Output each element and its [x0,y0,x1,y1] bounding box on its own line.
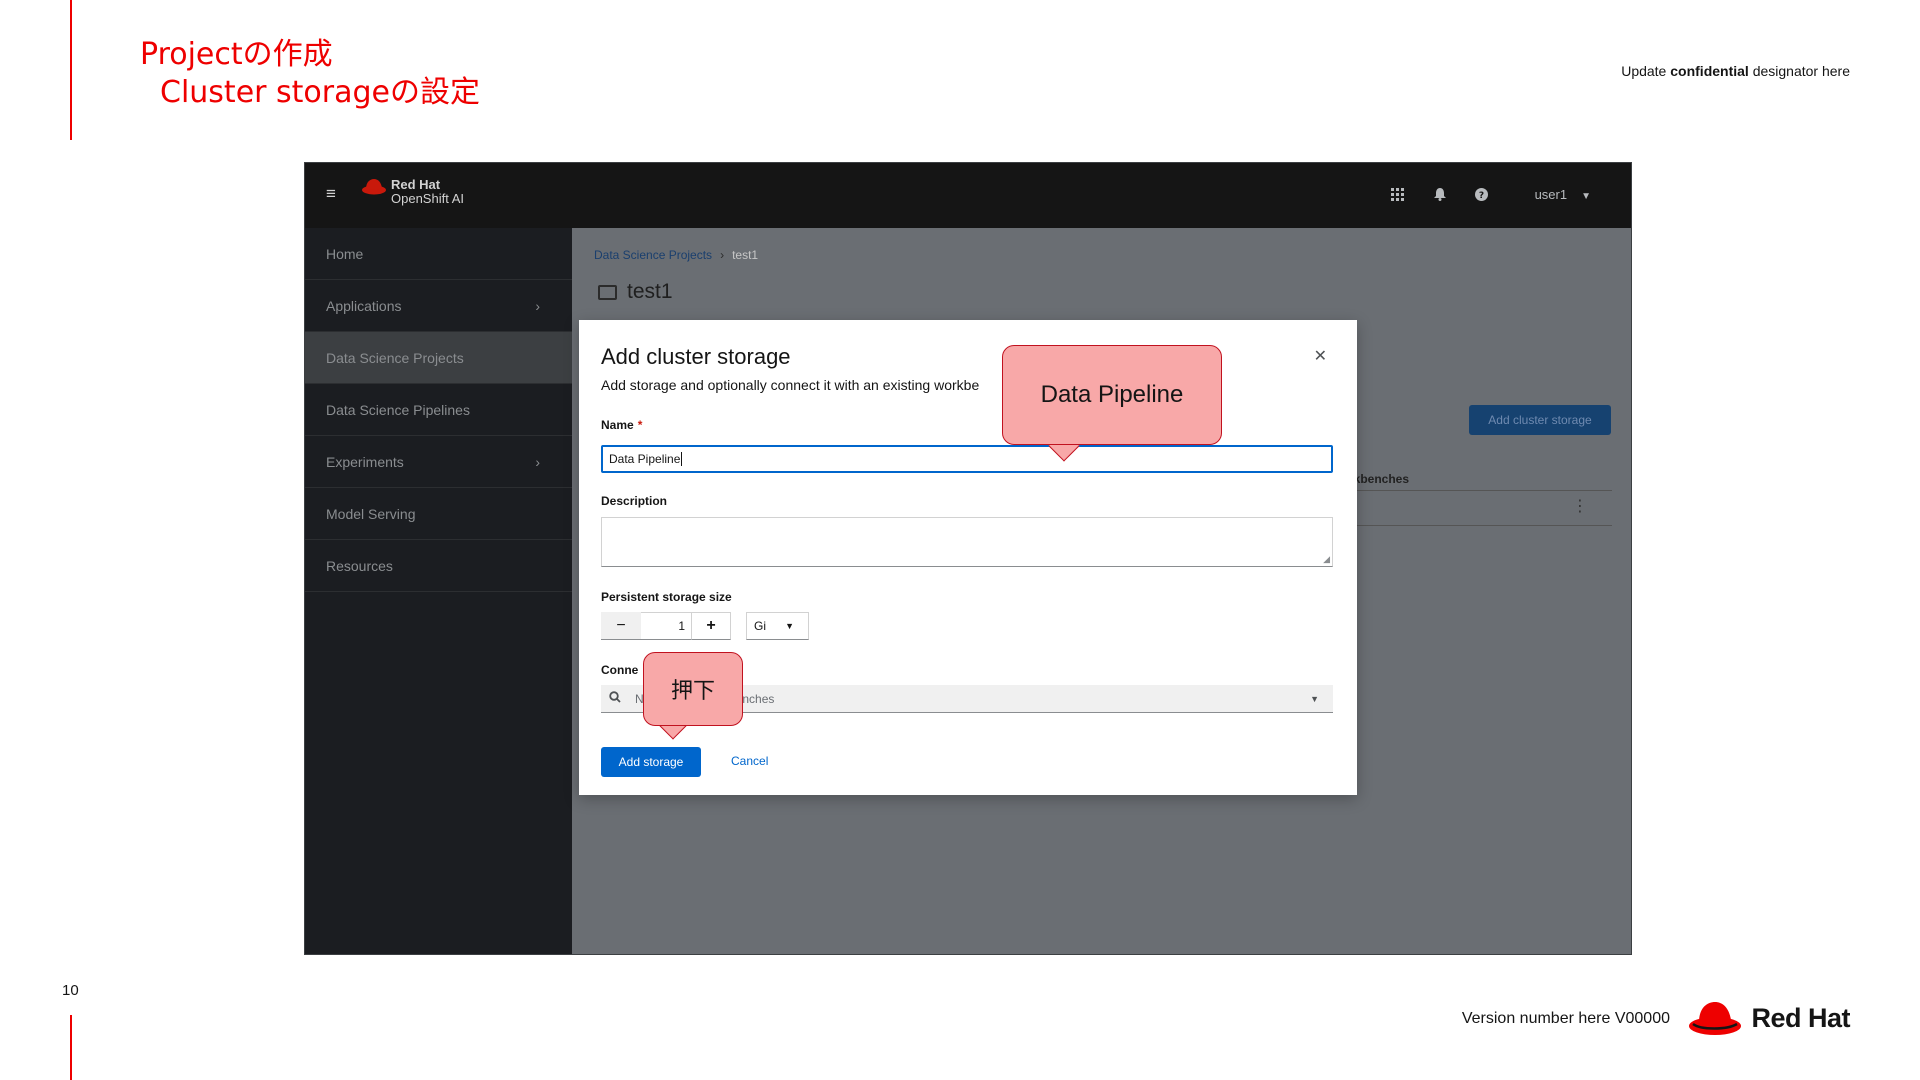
bell-icon[interactable] [1431,185,1449,203]
caret-down-icon: ▼ [785,621,794,631]
confidential-bold: confidential [1670,63,1749,79]
page-title-text: test1 [627,280,673,303]
sidebar-item-label: Resources [326,557,393,574]
redhat-hat-icon [362,179,386,195]
brand-line2: OpenShift AI [391,191,464,206]
name-callout: Data Pipeline [1002,345,1222,445]
slide-title-line1: Projectの作成 [140,37,333,72]
workbenches-column-header: rkbenches [1349,472,1410,486]
sidebar-item-label: Home [326,245,364,262]
sidebar-item-home[interactable]: Home [305,228,572,280]
brand-logo[interactable]: Red Hat OpenShift AI [361,178,464,206]
breadcrumb-link[interactable]: Data Science Projects [594,248,712,262]
add-cluster-storage-button[interactable]: Add cluster storage [1469,405,1611,435]
slide-title: Projectの作成 Cluster storageの設定 [140,36,480,112]
minus-button[interactable]: − [601,612,641,640]
name-label-text: Name [601,418,634,432]
description-field[interactable]: ◢ [601,517,1333,567]
sidebar-item-data-science-pipelines[interactable]: Data Science Pipelines [305,384,572,436]
confidential-designator: Update confidential designator here [1621,63,1850,79]
close-icon[interactable]: ✕ [1314,346,1327,366]
help-icon[interactable]: ? [1473,185,1491,203]
required-marker: * [637,418,643,432]
slide-accent-line-bottom [70,1015,72,1080]
redhat-hat-icon [1689,1002,1742,1035]
sidebar-item-data-science-projects[interactable]: Data Science Projects [305,332,572,384]
table-divider [1342,525,1612,526]
footer-logo-text: Red Hat [1751,1002,1850,1033]
press-callout: 押下 [643,652,743,726]
storage-size-value[interactable]: 1 [641,612,691,640]
masthead: ≡ Red Hat OpenShift AI ? user1 ▼ [305,163,1631,228]
user-menu[interactable]: user1 ▼ [1535,187,1591,202]
add-storage-button[interactable]: Add storage [601,747,701,777]
plus-button[interactable]: + [691,612,731,640]
breadcrumb-current: test1 [732,248,759,262]
svg-text:?: ? [1479,191,1484,201]
page-title: test1 [598,280,673,304]
sidebar-item-label: Data Science Pipelines [326,401,470,418]
table-divider [1342,490,1612,491]
search-icon [609,691,621,706]
connect-workbench-label: Conne [601,663,639,677]
confidential-prefix: Update [1621,63,1671,79]
app-launcher-icon[interactable] [1389,185,1407,203]
sidebar: Home Applications › Data Science Projects… [305,228,572,954]
resize-handle-icon[interactable]: ◢ [1323,554,1330,565]
hamburger-menu-icon[interactable]: ≡ [326,184,336,204]
chevron-right-icon: › [535,297,540,314]
page-number: 10 [62,982,79,999]
name-field-value: Data Pipeline [609,452,681,466]
kebab-menu-icon[interactable]: ⋮ [1572,496,1588,516]
slide-accent-line-top [70,0,72,140]
confidential-suffix: designator here [1748,63,1850,79]
redhat-logo: Red Hat [1687,998,1850,1038]
caret-down-icon: ▼ [1581,190,1591,202]
modal-title: Add cluster storage [601,344,791,369]
sidebar-item-experiments[interactable]: Experiments › [305,436,572,488]
modal-description: Add storage and optionally connect it wi… [601,377,980,393]
user-name: user1 [1534,186,1568,202]
storage-size-stepper: − 1 + [601,612,731,640]
name-label: Name * [601,418,642,432]
brand-line1: Red Hat [391,177,441,192]
sidebar-item-resources[interactable]: Resources [305,540,572,592]
storage-size-label: Persistent storage size [601,590,732,604]
folder-icon [598,284,617,300]
name-field[interactable]: Data Pipeline [601,445,1333,473]
description-label: Description [601,494,668,508]
slide-title-line2: Cluster storageの設定 [160,75,480,110]
sidebar-item-applications[interactable]: Applications › [305,280,572,332]
cancel-button[interactable]: Cancel [731,754,768,768]
sidebar-item-label: Experiments [326,453,404,470]
chevron-right-icon: › [535,453,540,470]
chevron-right-icon: › [720,248,725,262]
caret-down-icon: ▼ [1310,693,1319,704]
sidebar-item-model-serving[interactable]: Model Serving [305,488,572,540]
storage-unit-value: Gi [754,619,766,633]
masthead-tools: ? user1 ▼ [1389,185,1591,203]
press-callout-text: 押下 [670,679,715,704]
sidebar-item-label: Data Science Projects [326,349,464,366]
breadcrumb: Data Science Projects › test1 [594,248,758,262]
version-label: Version number here V00000 [1461,1010,1670,1027]
text-cursor [681,452,683,466]
storage-unit-select[interactable]: Gi ▼ [746,612,809,640]
name-callout-text: Data Pipeline [1040,381,1184,408]
sidebar-item-label: Model Serving [326,505,416,522]
sidebar-item-label: Applications [326,297,402,314]
